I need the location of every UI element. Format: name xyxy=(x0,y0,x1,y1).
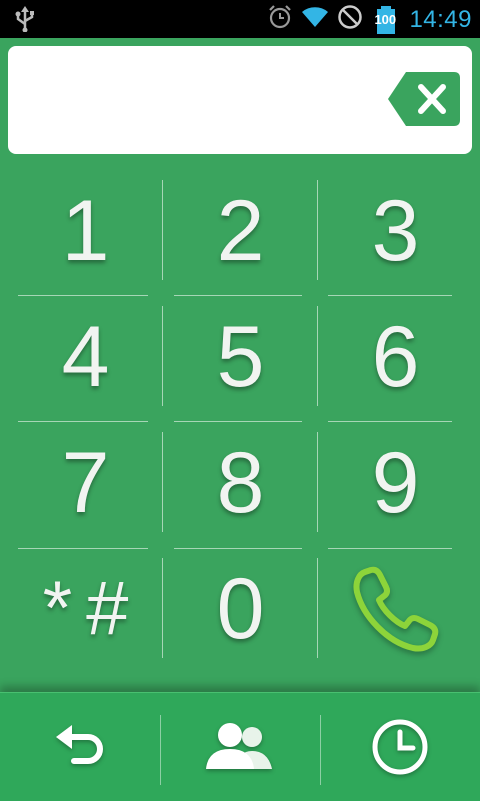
status-clock: 14:49 xyxy=(409,5,472,33)
divider xyxy=(174,295,302,296)
battery-level: 100 xyxy=(374,11,397,27)
divider xyxy=(18,295,148,296)
key-star-hash[interactable]: * # xyxy=(8,546,163,672)
back-arrow-icon xyxy=(56,725,103,764)
key-8-label: 8 xyxy=(216,435,265,531)
key-5[interactable]: 5 xyxy=(163,294,318,420)
status-bar: 100 14:49 xyxy=(0,0,480,38)
key-0-label: 0 xyxy=(216,561,265,657)
divider xyxy=(317,432,318,532)
call-history-button[interactable] xyxy=(320,693,480,801)
divider xyxy=(174,421,302,422)
key-1-label: 1 xyxy=(61,183,110,279)
number-display[interactable] xyxy=(8,46,472,154)
divider xyxy=(18,548,148,549)
divider xyxy=(317,558,318,658)
key-0[interactable]: 0 xyxy=(163,546,318,672)
key-2[interactable]: 2 xyxy=(163,168,318,294)
divider xyxy=(317,306,318,406)
backspace-button[interactable] xyxy=(388,72,460,126)
backspace-icon xyxy=(388,72,460,126)
usb-icon xyxy=(14,6,36,37)
key-8[interactable]: 8 xyxy=(163,420,318,546)
key-4[interactable]: 4 xyxy=(8,294,163,420)
key-9[interactable]: 9 xyxy=(318,420,473,546)
key-7-label: 7 xyxy=(61,435,110,531)
key-3[interactable]: 3 xyxy=(318,168,473,294)
key-6[interactable]: 6 xyxy=(318,294,473,420)
contacts-icon xyxy=(206,723,272,769)
divider xyxy=(162,432,163,532)
key-4-label: 4 xyxy=(61,309,110,405)
divider xyxy=(162,558,163,658)
clock-history-icon xyxy=(372,719,428,775)
key-9-label: 9 xyxy=(371,435,420,531)
key-hash-label: # xyxy=(86,566,129,651)
divider xyxy=(328,548,452,549)
divider xyxy=(317,180,318,280)
phone-call-icon xyxy=(353,566,438,652)
divider xyxy=(18,421,148,422)
key-7[interactable]: 7 xyxy=(8,420,163,546)
call-button[interactable] xyxy=(318,546,473,672)
no-signal-icon xyxy=(337,4,363,35)
contacts-button[interactable] xyxy=(160,693,320,801)
back-button[interactable] xyxy=(0,693,160,801)
divider xyxy=(328,421,452,422)
key-3-label: 3 xyxy=(371,183,420,279)
key-6-label: 6 xyxy=(371,309,420,405)
divider xyxy=(328,295,452,296)
divider xyxy=(162,180,163,280)
key-5-label: 5 xyxy=(216,309,265,405)
divider xyxy=(174,548,302,549)
key-star-label: * xyxy=(42,566,73,651)
battery-icon: 100 xyxy=(371,5,401,35)
bottom-nav-bar xyxy=(0,692,480,801)
key-2-label: 2 xyxy=(216,183,265,279)
divider xyxy=(162,306,163,406)
key-1[interactable]: 1 xyxy=(8,168,163,294)
wifi-icon xyxy=(301,5,329,34)
alarm-icon xyxy=(267,4,293,35)
